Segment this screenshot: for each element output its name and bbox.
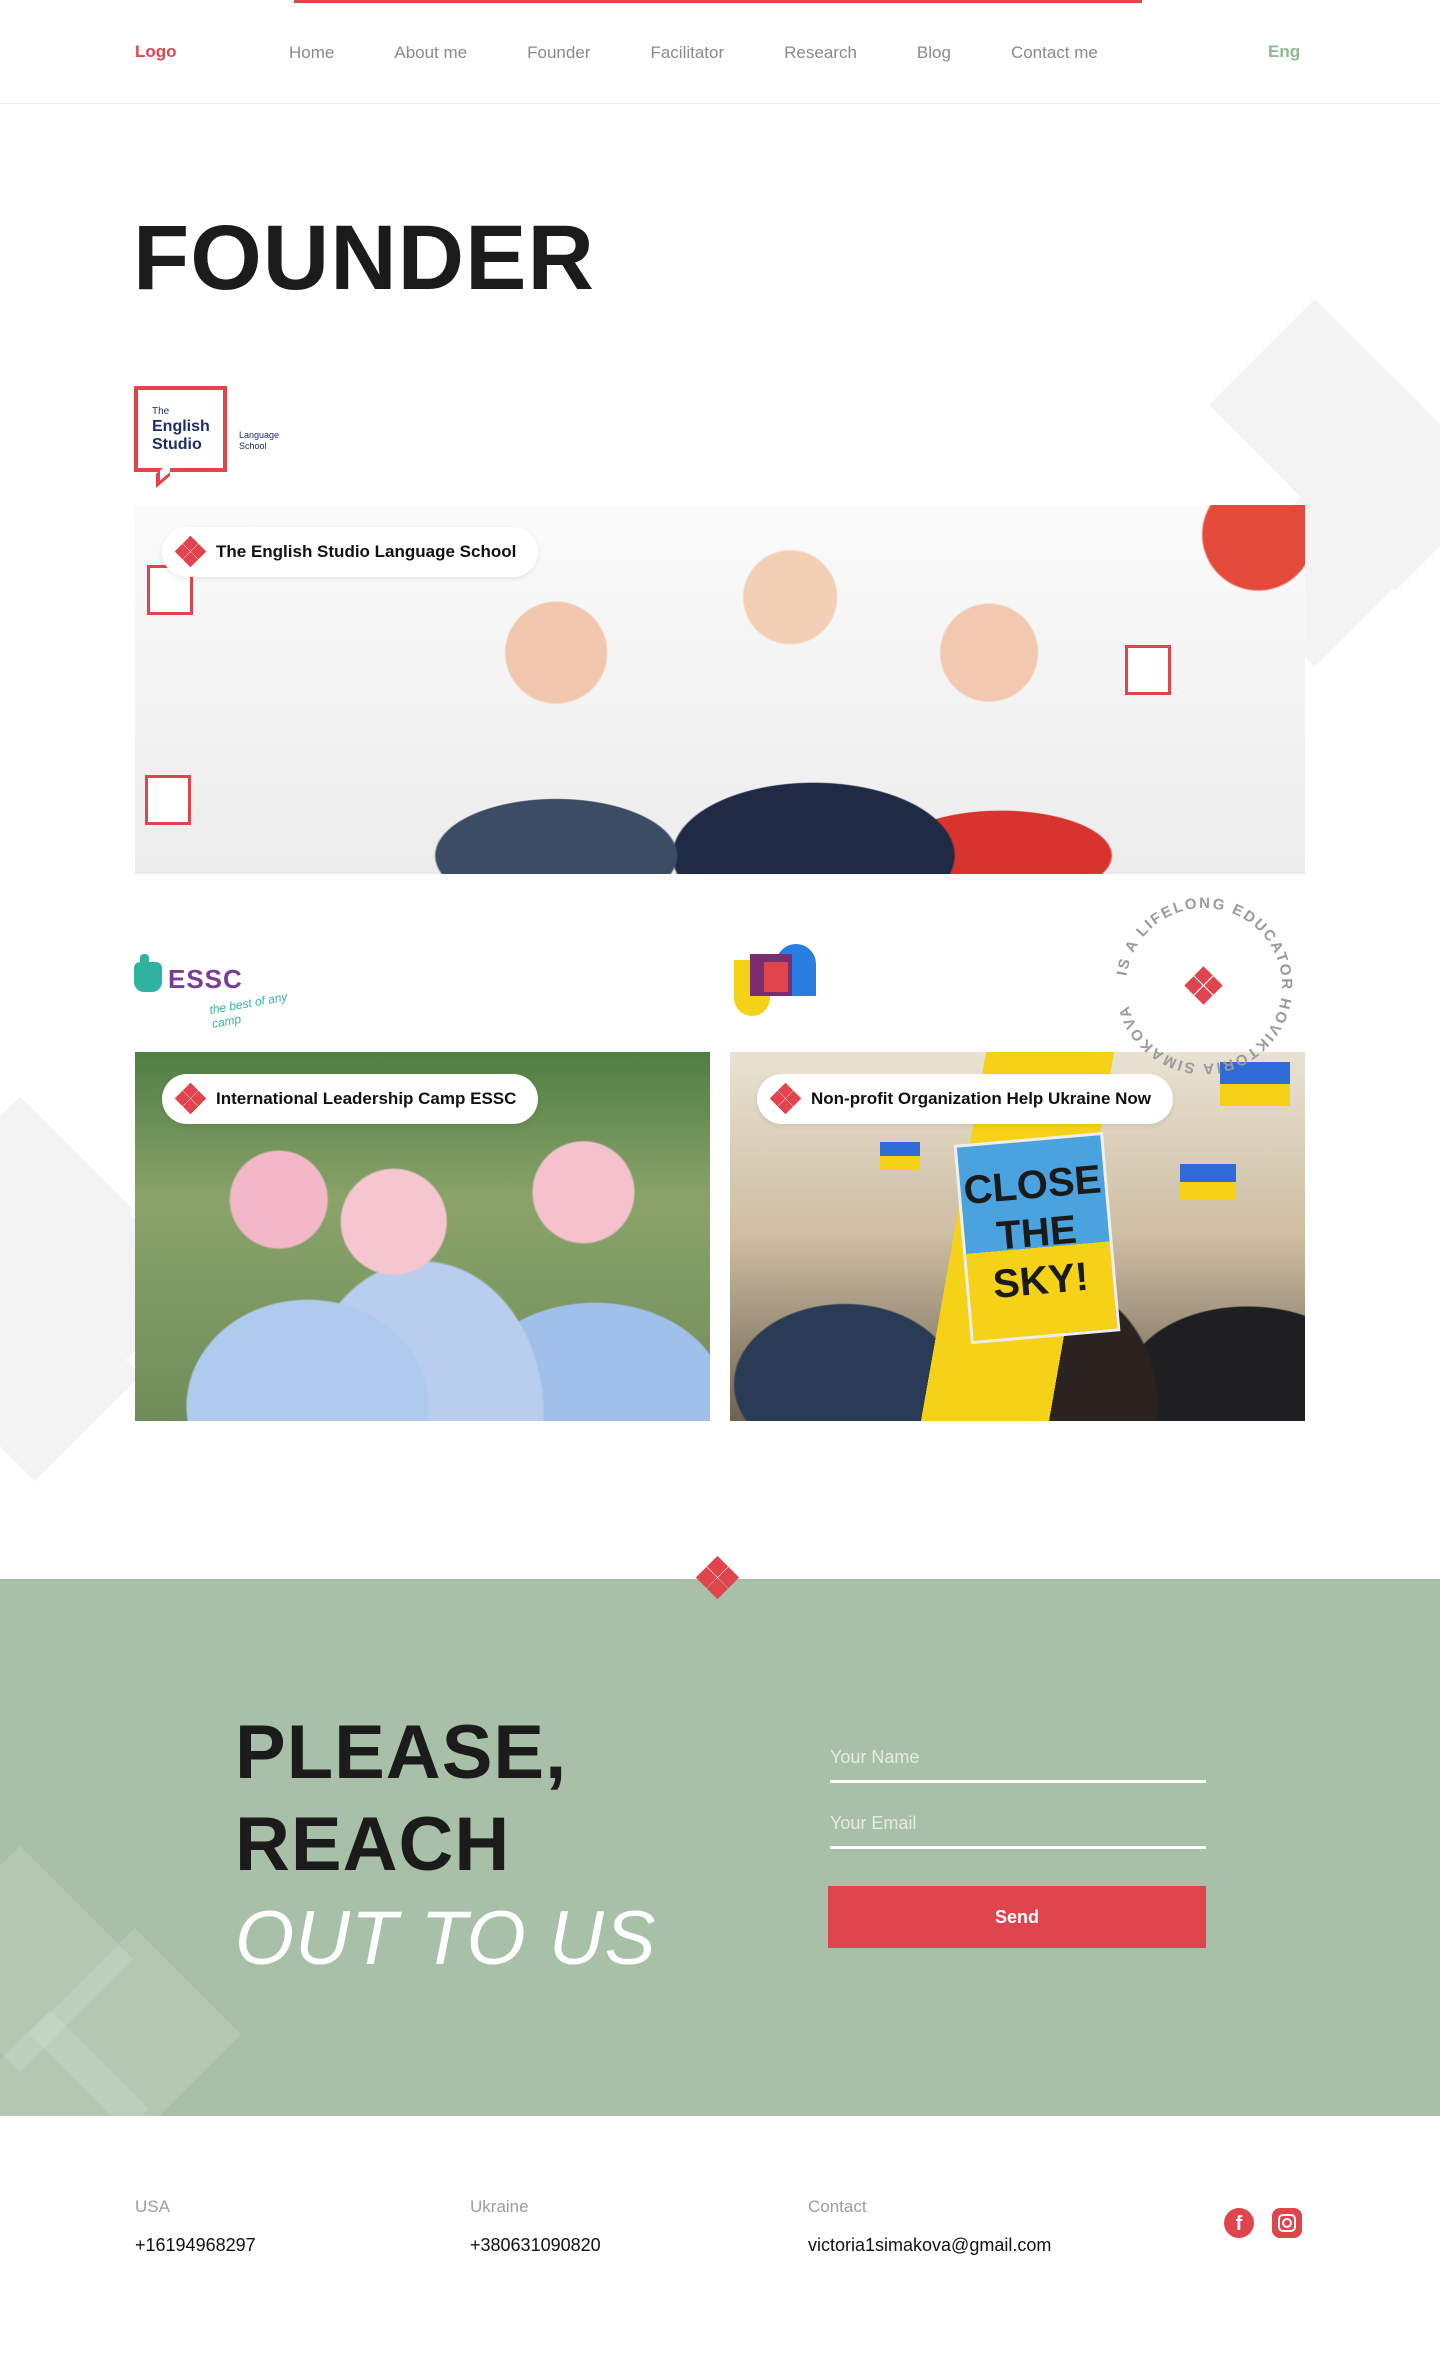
facebook-icon[interactable]: f bbox=[1224, 2208, 1254, 2238]
footer-ukraine: Ukraine +380631090820 bbox=[470, 2197, 601, 2256]
ukraine-flag bbox=[1180, 1164, 1236, 1200]
diamond-cluster-icon bbox=[769, 1082, 802, 1115]
nav-link-founder[interactable]: Founder bbox=[527, 43, 590, 63]
essc-logo-text: ESSC bbox=[168, 964, 243, 994]
nonprofit-card[interactable]: CLOSE THE SKY! Non-profit Organization H… bbox=[730, 1052, 1305, 1421]
contact-section: PLEASE, REACH OUT TO US Send bbox=[0, 1579, 1440, 2116]
english-studio-logo-box: The English Studio bbox=[134, 386, 227, 472]
nav-accent-line bbox=[294, 0, 1142, 3]
english-studio-logo-small: The bbox=[152, 406, 170, 417]
camp-card[interactable]: International Leadership Camp ESSC bbox=[135, 1052, 710, 1421]
diamond-cluster-icon bbox=[695, 1555, 740, 1600]
card-label: International Leadership Camp ESSC bbox=[216, 1089, 517, 1108]
footer-ukraine-phone[interactable]: +380631090820 bbox=[470, 2235, 601, 2256]
nav-link-about-me[interactable]: About me bbox=[394, 43, 467, 63]
contact-heading-line-2: REACH bbox=[235, 1802, 511, 1887]
card-label-pill: The English Studio Language School bbox=[162, 527, 539, 577]
section-divider bbox=[695, 1555, 740, 1603]
contact-heading-line-1: PLEASE, bbox=[235, 1710, 568, 1795]
footer-usa: USA +16194968297 bbox=[135, 2197, 256, 2256]
card-label-pill: International Leadership Camp ESSC bbox=[162, 1074, 539, 1124]
nav-link-facilitator[interactable]: Facilitator bbox=[650, 43, 724, 63]
language-switcher[interactable]: Eng bbox=[1268, 42, 1300, 62]
english-studio-logo-side: Language School bbox=[239, 430, 280, 451]
contact-heading-line-3: OUT TO US bbox=[235, 1896, 657, 1981]
nav-link-home[interactable]: Home bbox=[289, 43, 334, 63]
essc-logo: ESSC the best of any camp bbox=[134, 954, 314, 1031]
send-button[interactable]: Send bbox=[828, 1886, 1206, 1948]
card-label: Non-profit Organization Help Ukraine Now bbox=[811, 1089, 1152, 1108]
footer-email[interactable]: victoria1simakova@gmail.com bbox=[808, 2235, 1051, 2256]
footer-contact: Contact victoria1simakova@gmail.com bbox=[808, 2197, 1051, 2256]
page-title: FOUNDER bbox=[133, 207, 595, 309]
footer-usa-label: USA bbox=[135, 2197, 170, 2216]
card-label: The English Studio Language School bbox=[216, 542, 517, 561]
nav-link-blog[interactable]: Blog bbox=[917, 43, 951, 63]
top-nav: Logo Home About me Founder Facilitator R… bbox=[0, 0, 1440, 104]
diamond-cluster-icon bbox=[174, 535, 207, 568]
diamond-cluster-icon bbox=[1184, 966, 1223, 1005]
site-logo[interactable]: Logo bbox=[135, 42, 177, 62]
nav-link-research[interactable]: Research bbox=[784, 43, 857, 63]
photo-backdrop-logo bbox=[145, 775, 191, 825]
protest-sign: CLOSE THE SKY! bbox=[953, 1131, 1121, 1345]
photo-backdrop-logo bbox=[1125, 645, 1171, 695]
lifelong-educator-badge: IS A LIFELONG EDUCATOR HOVIKTORIA SIMAKO… bbox=[1114, 895, 1294, 1077]
instagram-icon[interactable] bbox=[1272, 2208, 1302, 2238]
email-input[interactable] bbox=[830, 1801, 1206, 1845]
nav-link-contact-me[interactable]: Contact me bbox=[1011, 43, 1098, 63]
diamond-cluster-icon bbox=[174, 1082, 207, 1115]
footer-ukraine-label: Ukraine bbox=[470, 2197, 529, 2216]
footer-contact-label: Contact bbox=[808, 2197, 867, 2216]
english-studio-logo: The English Studio Language School bbox=[134, 386, 284, 488]
help-ukraine-now-logo bbox=[734, 944, 818, 1016]
badge-center bbox=[1184, 966, 1223, 1009]
ukraine-flag bbox=[880, 1142, 920, 1170]
name-input[interactable] bbox=[830, 1735, 1206, 1779]
footer-usa-phone[interactable]: +16194968297 bbox=[135, 2235, 256, 2256]
nav-links: Home About me Founder Facilitator Resear… bbox=[289, 43, 1158, 63]
thumbs-up-icon bbox=[134, 954, 162, 992]
english-studio-logo-name: English Studio bbox=[152, 418, 210, 453]
name-field bbox=[830, 1735, 1206, 1783]
school-card[interactable]: The English Studio Language School bbox=[135, 505, 1305, 874]
email-field bbox=[830, 1801, 1206, 1849]
card-label-pill: Non-profit Organization Help Ukraine Now bbox=[757, 1074, 1174, 1124]
